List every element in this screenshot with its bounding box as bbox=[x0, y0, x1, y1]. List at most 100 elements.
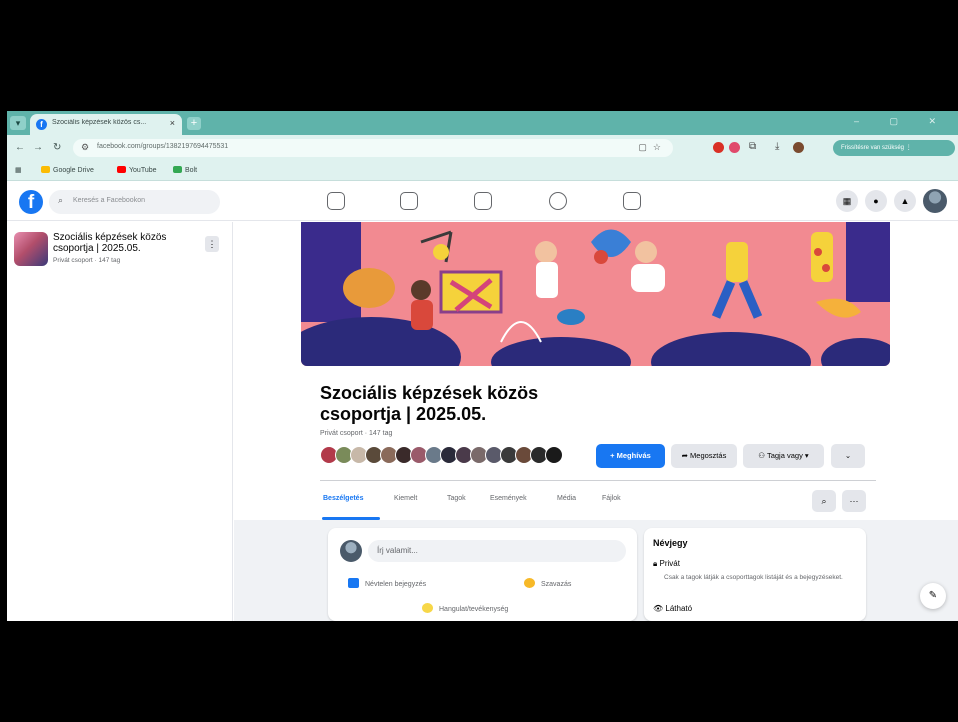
member-icon: ⚇ bbox=[758, 451, 767, 460]
privacy-label: Privát bbox=[659, 559, 680, 568]
tab-featured[interactable]: Kiemelt bbox=[394, 495, 417, 502]
tab-close-icon[interactable]: × bbox=[170, 118, 175, 128]
profile-avatar[interactable] bbox=[923, 189, 947, 213]
composer-input[interactable]: Írj valamit... bbox=[368, 540, 626, 562]
menu-grid-icon[interactable]: ▦ bbox=[836, 190, 858, 212]
bookmark-star-icon[interactable]: ▢☆ bbox=[638, 142, 667, 153]
bookmark-item[interactable]: YouTube bbox=[117, 166, 157, 174]
tabs-more-button[interactable]: ··· bbox=[842, 490, 866, 512]
group-cover-photo bbox=[301, 222, 890, 366]
bookmark-item[interactable]: Bolt bbox=[173, 166, 197, 174]
messenger-icon[interactable]: ● bbox=[865, 190, 887, 212]
forward-icon[interactable]: → bbox=[33, 142, 43, 153]
bookmark-item[interactable]: Google Drive bbox=[41, 166, 94, 174]
tab-events[interactable]: Események bbox=[490, 495, 527, 502]
back-icon[interactable]: ← bbox=[15, 142, 25, 153]
search-input[interactable]: ⌕ Keresés a Facebookon bbox=[49, 190, 220, 214]
group-tabs: Beszélgetés Kiemelt Tagok Események Médi… bbox=[320, 482, 880, 520]
search-icon: ⌕ bbox=[58, 195, 64, 205]
facebook-favicon-icon: f bbox=[36, 119, 47, 130]
apps-grid-icon[interactable]: ▦ bbox=[15, 166, 22, 174]
poll-button[interactable]: Szavazás bbox=[524, 578, 571, 588]
tab-media[interactable]: Média bbox=[557, 495, 576, 502]
anonymous-icon bbox=[348, 578, 359, 588]
screen-frame: ▾ f Szociális képzések közös cs... × + –… bbox=[7, 111, 958, 621]
share-label: Megosztás bbox=[690, 451, 727, 460]
gaming-icon[interactable] bbox=[623, 192, 641, 210]
visible-row: 👁︎ Látható bbox=[653, 604, 692, 613]
composer-avatar bbox=[340, 540, 362, 562]
group-search-button[interactable]: ⌕ bbox=[812, 490, 836, 512]
privacy-description: Csak a tagok látják a csoporttagok listá… bbox=[664, 574, 843, 581]
post-composer: Írj valamit... Névtelen bejegyzés Szavaz… bbox=[328, 528, 637, 621]
url-input[interactable]: ⚙ facebook.com/groups/1382197694475531 ▢… bbox=[73, 139, 673, 157]
about-title: Névjegy bbox=[653, 538, 688, 548]
sidebar-more-button[interactable]: ⋮ bbox=[205, 236, 219, 252]
drive-icon bbox=[41, 166, 50, 173]
site-info-icon[interactable]: ⚙ bbox=[81, 142, 89, 153]
feeling-icon bbox=[422, 603, 433, 613]
new-message-button[interactable]: ✎ bbox=[920, 583, 946, 609]
sidebar-group-name[interactable]: Szociális képzések közös csoportja | 202… bbox=[53, 232, 203, 254]
visible-label: Látható bbox=[665, 604, 693, 613]
browser-tab-bar: ▾ f Szociális képzések közös cs... × + –… bbox=[7, 111, 958, 135]
member-avatar[interactable] bbox=[545, 446, 563, 464]
window-controls[interactable]: – ▢ ✕ bbox=[854, 116, 950, 127]
tab-files[interactable]: Fájlok bbox=[602, 495, 621, 502]
update-button[interactable]: Frissítésre van szükség ⋮ bbox=[833, 140, 955, 156]
facebook-header: f ⌕ Keresés a Facebookon ▦ ● ▲ bbox=[7, 182, 958, 221]
anonymous-post-button[interactable]: Névtelen bejegyzés bbox=[348, 578, 426, 588]
facebook-logo[interactable]: f bbox=[19, 190, 43, 214]
group-more-button[interactable]: ⌄ bbox=[831, 444, 865, 468]
bookmark-label: Bolt bbox=[185, 167, 198, 174]
url-text: facebook.com/groups/1382197694475531 bbox=[97, 143, 229, 150]
privacy-row: 🔒︎ Privát bbox=[653, 559, 680, 569]
extension-icon[interactable] bbox=[729, 142, 740, 153]
search-placeholder: Keresés a Facebookon bbox=[73, 197, 145, 204]
joined-button[interactable]: ⚇ Tagja vagy ▾ bbox=[743, 444, 824, 468]
bolt-icon bbox=[173, 166, 182, 173]
bookmark-label: YouTube bbox=[129, 167, 157, 174]
address-bar-row: ← → ↻ ⚙ facebook.com/groups/138219769447… bbox=[7, 135, 958, 161]
reload-icon[interactable]: ↻ bbox=[53, 142, 61, 153]
home-icon[interactable] bbox=[327, 192, 345, 210]
cover-illustration bbox=[301, 222, 890, 366]
browser-tab[interactable]: f Szociális képzések közös cs... × bbox=[30, 114, 182, 135]
poll-label: Szavazás bbox=[541, 581, 572, 588]
extensions-puzzle-icon[interactable]: ⧉ bbox=[749, 141, 756, 152]
tab-title: Szociális képzések közös cs... bbox=[52, 119, 147, 126]
notifications-bell-icon[interactable]: ▲ bbox=[894, 190, 916, 212]
download-icon[interactable]: ⤓ bbox=[775, 141, 779, 152]
bookmarks-bar: ▦ Google Drive YouTube Bolt bbox=[7, 161, 958, 181]
about-card: Névjegy 🔒︎ Privát Csak a tagok látják a … bbox=[644, 528, 866, 621]
feeling-activity-button[interactable]: Hangulat/tevékenység bbox=[422, 603, 508, 613]
marketplace-icon[interactable] bbox=[474, 192, 492, 210]
groups-icon[interactable] bbox=[549, 192, 567, 210]
invite-button[interactable]: + Meghívás bbox=[596, 444, 665, 468]
poll-icon bbox=[524, 578, 535, 588]
tab-members[interactable]: Tagok bbox=[447, 495, 466, 502]
youtube-icon bbox=[117, 166, 126, 173]
feed-area: Írj valamit... Névtelen bejegyzés Szavaz… bbox=[234, 520, 958, 621]
video-icon[interactable] bbox=[400, 192, 418, 210]
profile-avatar-icon[interactable] bbox=[793, 142, 804, 153]
header-divider bbox=[320, 480, 876, 481]
anonymous-post-label: Névtelen bejegyzés bbox=[365, 581, 427, 588]
new-tab-button[interactable]: + bbox=[187, 117, 201, 130]
opera-extension-icon[interactable] bbox=[713, 142, 724, 153]
member-avatars[interactable] bbox=[320, 446, 570, 464]
share-button[interactable]: ➦ Megosztás bbox=[671, 444, 737, 468]
eye-icon: 👁︎ bbox=[653, 604, 666, 613]
group-title: Szociális képzések közös csoportja | 202… bbox=[320, 383, 539, 424]
joined-label: Tagja vagy ▾ bbox=[766, 451, 809, 460]
group-meta: Privát csoport · 147 tag bbox=[320, 430, 393, 437]
tab-list-icon[interactable]: ▾ bbox=[10, 116, 26, 130]
group-main: Szociális képzések közös csoportja | 202… bbox=[234, 222, 958, 621]
left-sidebar: Szociális képzések közös csoportja | 202… bbox=[7, 222, 233, 621]
sidebar-group-meta: Privát csoport · 147 tag bbox=[53, 257, 121, 264]
bookmark-label: Google Drive bbox=[53, 167, 94, 174]
tab-discussion[interactable]: Beszélgetés bbox=[323, 495, 363, 502]
feeling-label: Hangulat/tevékenység bbox=[439, 606, 509, 613]
share-icon: ➦ bbox=[681, 451, 691, 460]
group-thumbnail[interactable] bbox=[14, 232, 48, 266]
